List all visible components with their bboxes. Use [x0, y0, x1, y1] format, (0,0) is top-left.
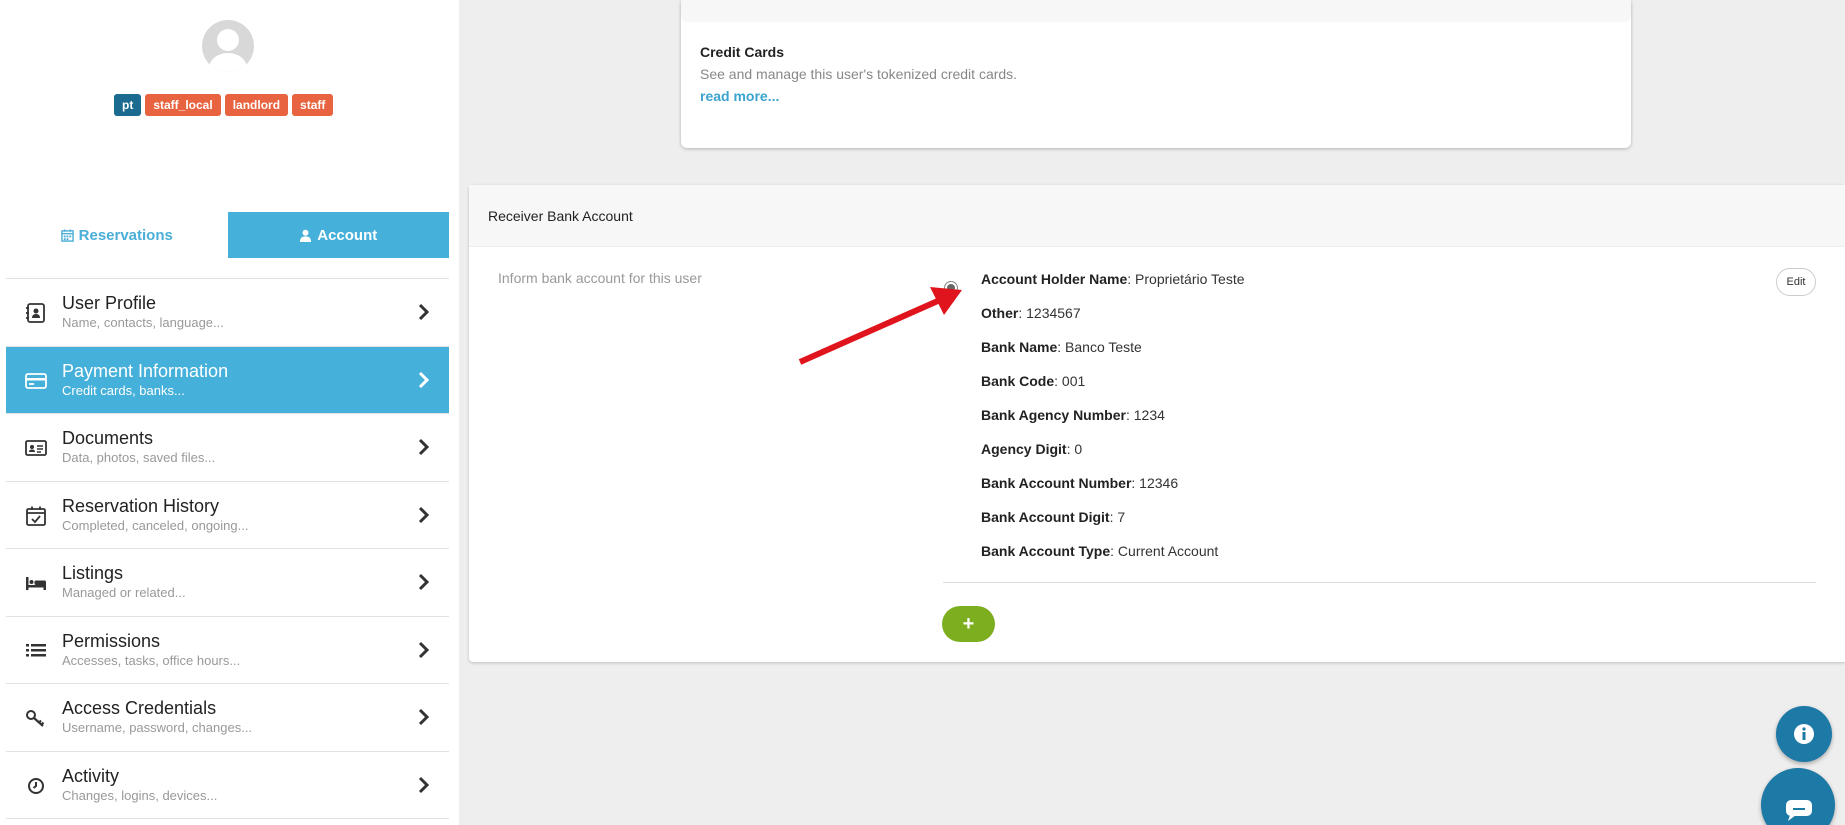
bank-account-details: Account Holder Name: Proprietário Teste …: [981, 270, 1245, 576]
add-bank-account-button[interactable]: +: [942, 606, 995, 642]
menu-item-subtitle: Username, password, changes...: [62, 720, 253, 735]
chevron-right-icon: [418, 708, 430, 726]
tab-reservations-label: Reservations: [78, 226, 173, 244]
menu-item-title: Permissions: [62, 630, 161, 651]
menu-item-reservation-history[interactable]: Reservation History Completed, canceled,…: [6, 482, 449, 549]
menu-item-subtitle: Credit cards, banks...: [62, 382, 185, 398]
list-icon: [26, 643, 46, 656]
chat-button[interactable]: [1761, 768, 1835, 825]
menu-item-title: User Profile: [62, 293, 157, 313]
credit-card-icon: [25, 372, 47, 389]
chat-icon: [1786, 800, 1812, 821]
field-account-holder-name: Account Holder Name: Proprietário Teste: [981, 271, 1245, 287]
tab-reservations[interactable]: Reservations: [6, 212, 228, 258]
chevron-right-icon: [418, 371, 430, 388]
role-badges: pt staff_local landlord staff: [114, 94, 334, 116]
menu-item-subtitle: Accesses, tasks, office hours...: [62, 652, 241, 668]
badge-staff-local: staff_local: [145, 94, 221, 116]
field-agency-digit: Agency Digit: 0: [981, 441, 1083, 457]
credit-cards-title: Credit Cards: [700, 44, 785, 60]
contact-card-icon: [26, 303, 45, 323]
divider: [943, 582, 1816, 583]
receiver-bank-hint: Inform bank account for this user: [498, 270, 702, 286]
menu-item-subtitle: Data, photos, saved files...: [62, 450, 216, 465]
menu-item-subtitle: Name, contacts, language...: [62, 315, 224, 330]
sidebar: pt staff_local landlord staff Reservatio…: [0, 0, 459, 825]
menu-item-title: Documents: [62, 428, 154, 448]
sidebar-tabs: Reservations Account: [6, 212, 449, 258]
menu-item-title: Listings: [62, 563, 124, 583]
info-icon: [1794, 724, 1814, 744]
menu-item-subtitle: Managed or related...: [62, 585, 186, 600]
menu-item-documents[interactable]: Documents Data, photos, saved files...: [6, 414, 449, 482]
account-menu: User Profile Name, contacts, language...…: [6, 278, 449, 819]
menu-item-title: Activity: [62, 765, 120, 786]
menu-item-activity[interactable]: Activity Changes, logins, devices...: [6, 752, 449, 819]
chevron-right-icon: [418, 776, 430, 793]
read-more-link[interactable]: read more...: [700, 88, 779, 104]
menu-item-access-credentials[interactable]: Access Credentials Username, password, c…: [6, 684, 449, 752]
badge-staff: staff: [292, 94, 334, 116]
menu-item-subtitle: Completed, canceled, ongoing...: [62, 517, 249, 533]
avatar: [202, 20, 254, 72]
credit-cards-panel: Credit Cards See and manage this user's …: [681, 0, 1631, 148]
menu-item-payment-information[interactable]: Payment Information Credit cards, banks.…: [6, 346, 449, 414]
tab-account-label: Account: [317, 226, 378, 244]
menu-item-title: Reservation History: [62, 495, 220, 516]
menu-item-title: Access Credentials: [62, 698, 217, 718]
annotation-arrow: [798, 287, 962, 365]
menu-item-listings[interactable]: Listings Managed or related...: [6, 549, 449, 617]
user-icon: [300, 229, 312, 242]
field-other: Other: 1234567: [981, 305, 1081, 321]
badge-pt: pt: [114, 94, 142, 116]
chevron-right-icon: [418, 506, 430, 523]
clock-icon: [28, 777, 44, 794]
field-bank-account-number: Bank Account Number: 12346: [981, 475, 1179, 491]
field-bank-agency-number: Bank Agency Number: 1234: [981, 407, 1165, 423]
chevron-right-icon: [418, 438, 430, 456]
field-bank-code: Bank Code: 001: [981, 373, 1086, 389]
field-bank-account-digit: Bank Account Digit: 7: [981, 509, 1126, 525]
menu-item-permissions[interactable]: Permissions Accesses, tasks, office hour…: [6, 617, 449, 684]
receiver-bank-title: Receiver Bank Account: [488, 208, 633, 224]
chevron-right-icon: [418, 641, 430, 658]
field-bank-account-type: Bank Account Type: Current Account: [981, 543, 1219, 559]
id-card-icon: [25, 440, 47, 456]
tab-account[interactable]: Account: [227, 212, 449, 258]
calendar-check-icon: [26, 506, 46, 526]
chevron-right-icon: [418, 303, 430, 321]
menu-item-user-profile[interactable]: User Profile Name, contacts, language...: [6, 279, 449, 347]
menu-item-subtitle: Changes, logins, devices...: [62, 787, 218, 803]
receiver-bank-panel: Receiver Bank Account Inform bank accoun…: [469, 185, 1845, 662]
chevron-right-icon: [418, 573, 430, 591]
key-icon: [26, 710, 45, 727]
bed-icon: [26, 577, 46, 590]
calendar-icon: [60, 228, 74, 242]
receiver-bank-header: Receiver Bank Account: [469, 185, 1845, 247]
edit-button[interactable]: Edit: [1776, 268, 1816, 296]
badge-landlord: landlord: [224, 94, 289, 116]
menu-item-title: Payment Information: [62, 360, 229, 381]
field-bank-name: Bank Name: Banco Teste: [981, 339, 1142, 355]
credit-cards-description: See and manage this user's tokenized cre…: [700, 66, 1018, 82]
info-button[interactable]: [1776, 706, 1832, 762]
